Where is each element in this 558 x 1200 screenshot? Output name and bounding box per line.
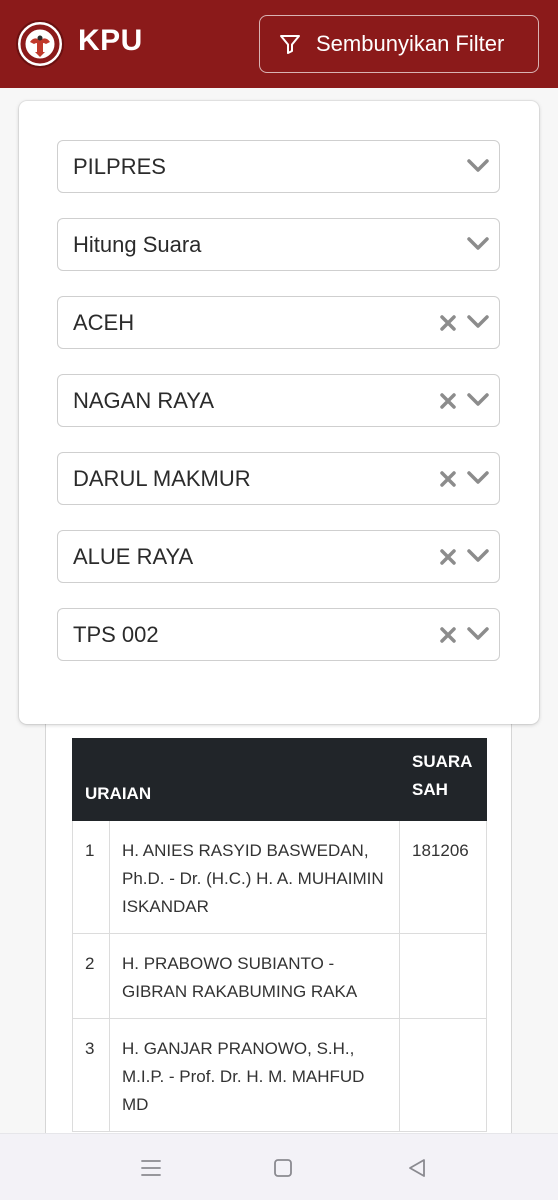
table-row: 2 H. PRABOWO SUBIANTO - GIBRAN RAKABUMIN…	[72, 933, 487, 1019]
chevron-down-icon	[467, 549, 489, 562]
village-select[interactable]: ALUE RAYA	[57, 530, 500, 583]
clear-icon[interactable]	[438, 547, 458, 567]
hide-filter-button[interactable]: Sembunyikan Filter	[259, 15, 539, 73]
valid-votes	[399, 1018, 487, 1132]
candidate-name: H. GANJAR PRANOWO, S.H., M.I.P. - Prof. …	[109, 1018, 400, 1132]
garuda-emblem-icon	[19, 23, 61, 65]
valid-votes	[399, 933, 487, 1019]
hide-filter-label: Sembunyikan Filter	[316, 31, 505, 56]
description-header: URAIAN	[72, 738, 400, 821]
valid-votes-header: SUARA SAH	[399, 738, 487, 821]
province-value: ACEH	[73, 309, 135, 335]
candidate-name: H. PRABOWO SUBIANTO - GIBRAN RAKABUMING …	[109, 933, 400, 1019]
app-header: KPU Sembunyikan Filter	[0, 0, 558, 88]
home-square-icon[interactable]	[271, 1156, 295, 1180]
filter-panel: PILPRES Hitung Suara ACEH NAGAN RAYA DAR…	[19, 101, 539, 724]
polling-station-select[interactable]: TPS 002	[57, 608, 500, 661]
province-select[interactable]: ACEH	[57, 296, 500, 349]
results-card: URAIAN SUARA SAH 1 H. ANIES RASYID BASWE…	[45, 724, 512, 1134]
village-value: ALUE RAYA	[73, 543, 194, 569]
regency-value: NAGAN RAYA	[73, 387, 214, 413]
polling-station-value: TPS 002	[73, 621, 159, 647]
district-value: DARUL MAKMUR	[73, 465, 251, 491]
table-header-row: URAIAN SUARA SAH	[72, 738, 487, 821]
chevron-down-icon	[467, 315, 489, 328]
clear-icon[interactable]	[438, 625, 458, 645]
election-type-select[interactable]: PILPRES	[57, 140, 500, 193]
chevron-down-icon	[467, 627, 489, 640]
brand-title[interactable]: KPU	[78, 24, 143, 58]
table-row: 3 H. GANJAR PRANOWO, S.H., M.I.P. - Prof…	[72, 1018, 487, 1132]
chevron-down-icon	[467, 471, 489, 484]
data-type-value: Hitung Suara	[73, 231, 202, 257]
data-type-select[interactable]: Hitung Suara	[57, 218, 500, 271]
back-triangle-icon[interactable]	[405, 1156, 429, 1180]
kpu-logo[interactable]	[16, 20, 64, 68]
regency-select[interactable]: NAGAN RAYA	[57, 374, 500, 427]
system-navigation-bar	[0, 1133, 558, 1200]
filter-icon	[280, 35, 300, 54]
clear-icon[interactable]	[438, 391, 458, 411]
results-table: URAIAN SUARA SAH 1 H. ANIES RASYID BASWE…	[72, 738, 487, 1132]
row-number: 3	[72, 1018, 110, 1132]
chevron-down-icon	[467, 393, 489, 406]
row-number: 1	[72, 820, 110, 934]
clear-icon[interactable]	[438, 313, 458, 333]
district-select[interactable]: DARUL MAKMUR	[57, 452, 500, 505]
row-number: 2	[72, 933, 110, 1019]
table-row: 1 H. ANIES RASYID BASWEDAN, Ph.D. - Dr. …	[72, 820, 487, 934]
valid-votes: 181206	[399, 820, 487, 934]
election-type-value: PILPRES	[73, 153, 166, 179]
menu-icon[interactable]	[139, 1156, 163, 1180]
valid-votes-header-line1: SUARA	[412, 752, 473, 771]
candidate-name: H. ANIES RASYID BASWEDAN, Ph.D. - Dr. (H…	[109, 820, 400, 934]
valid-votes-header-line2: SAH	[412, 780, 448, 799]
chevron-down-icon	[467, 237, 489, 250]
chevron-down-icon	[467, 159, 489, 172]
clear-icon[interactable]	[438, 469, 458, 489]
